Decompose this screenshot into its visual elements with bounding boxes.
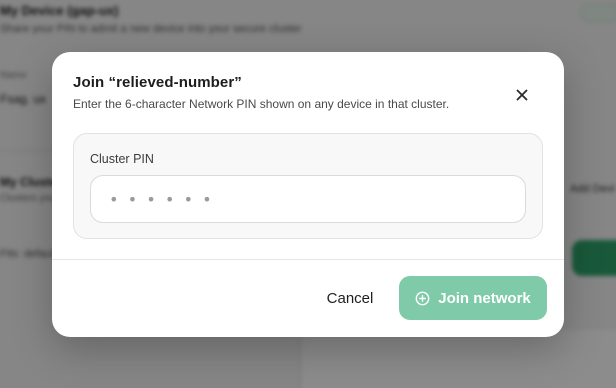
dialog-title: Join “relieved-number” <box>73 74 242 91</box>
join-network-button[interactable]: Join network <box>399 276 547 320</box>
pin-card: Cluster PIN <box>73 133 543 239</box>
cluster-pin-input[interactable] <box>90 175 526 223</box>
join-network-dialog: Join “relieved-number” Enter the 6-chara… <box>52 52 564 337</box>
join-network-label: Join network <box>438 289 531 307</box>
cluster-pin-label: Cluster PIN <box>90 152 154 166</box>
footer-divider <box>52 259 564 260</box>
close-button[interactable] <box>508 82 536 108</box>
close-icon <box>516 89 528 101</box>
dialog-description: Enter the 6-character Network PIN shown … <box>73 97 450 111</box>
plus-circle-icon <box>415 291 430 305</box>
cancel-button[interactable]: Cancel <box>312 278 388 318</box>
